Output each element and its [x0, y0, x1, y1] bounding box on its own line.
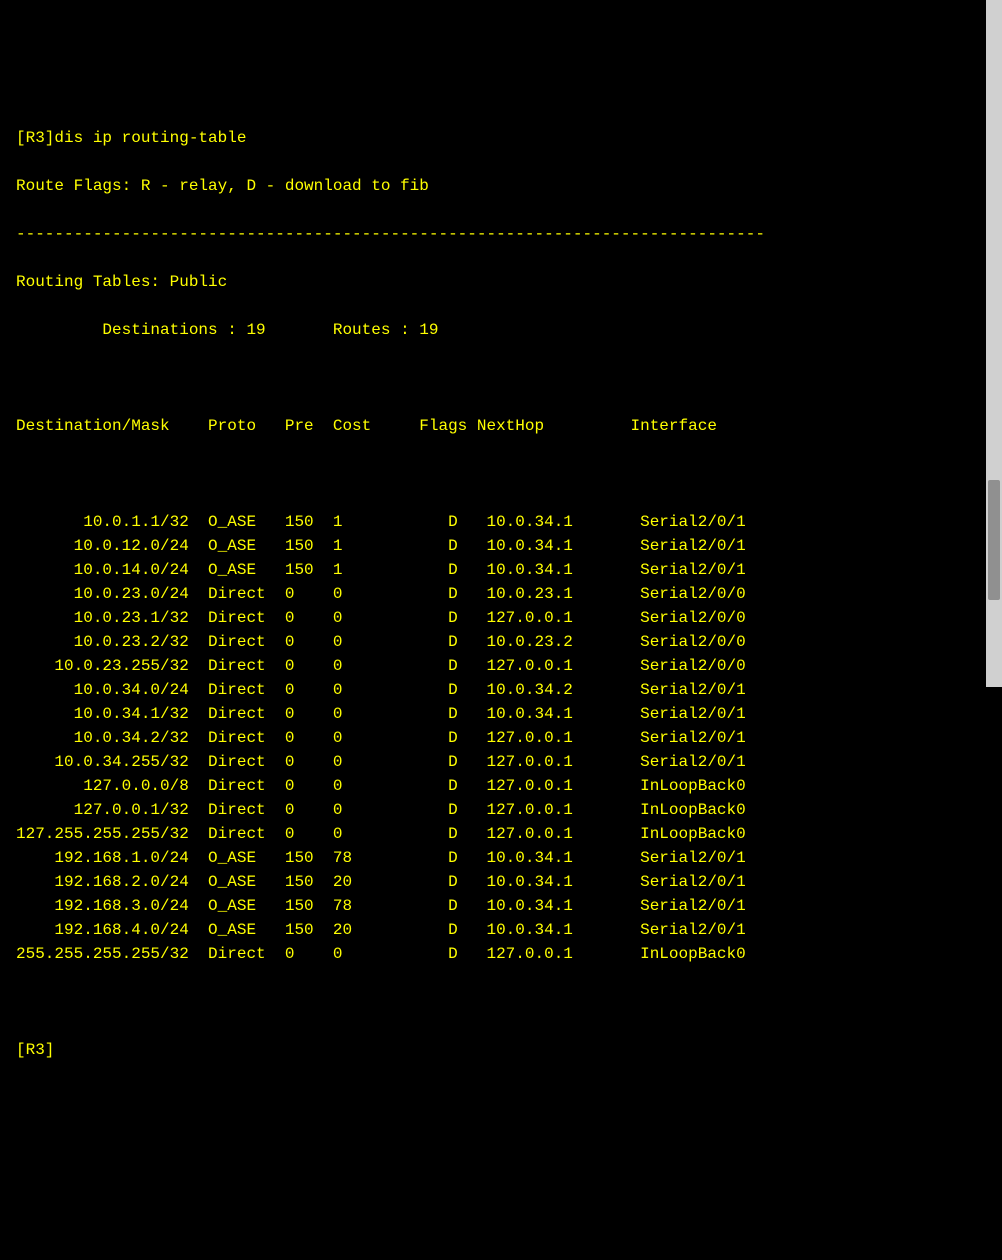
scrollbar-thumb[interactable]	[988, 480, 1000, 600]
table-row: 10.0.34.2/32 Direct 0 0 D 127.0.0.1 Seri…	[16, 726, 996, 750]
table-row: 10.0.14.0/24 O_ASE 150 1 D 10.0.34.1 Ser…	[16, 558, 996, 582]
table-row: 10.0.1.1/32 O_ASE 150 1 D 10.0.34.1 Seri…	[16, 510, 996, 534]
scrollbar-track[interactable]	[986, 0, 1002, 687]
terminal-output[interactable]: [R3]dis ip routing-table Route Flags: R …	[16, 102, 996, 1086]
table-row: 192.168.2.0/24 O_ASE 150 20 D 10.0.34.1 …	[16, 870, 996, 894]
table-row: 10.0.23.255/32 Direct 0 0 D 127.0.0.1 Se…	[16, 654, 996, 678]
routes-list: 10.0.1.1/32 O_ASE 150 1 D 10.0.34.1 Seri…	[16, 510, 996, 966]
table-row: 127.0.0.0/8 Direct 0 0 D 127.0.0.1 InLoo…	[16, 774, 996, 798]
table-row: 10.0.23.1/32 Direct 0 0 D 127.0.0.1 Seri…	[16, 606, 996, 630]
table-row: 192.168.1.0/24 O_ASE 150 78 D 10.0.34.1 …	[16, 846, 996, 870]
table-row: 10.0.23.2/32 Direct 0 0 D 10.0.23.2 Seri…	[16, 630, 996, 654]
table-row: 127.0.0.1/32 Direct 0 0 D 127.0.0.1 InLo…	[16, 798, 996, 822]
blank-line	[16, 366, 996, 390]
table-row: 10.0.34.255/32 Direct 0 0 D 127.0.0.1 Se…	[16, 750, 996, 774]
blank-line	[16, 462, 996, 486]
prompt-line: [R3]	[16, 1038, 996, 1062]
column-headers: Destination/Mask Proto Pre Cost Flags Ne…	[16, 414, 996, 438]
table-row: 255.255.255.255/32 Direct 0 0 D 127.0.0.…	[16, 942, 996, 966]
blank-line	[16, 990, 996, 1014]
table-title: Routing Tables: Public	[16, 270, 996, 294]
table-row: 192.168.4.0/24 O_ASE 150 20 D 10.0.34.1 …	[16, 918, 996, 942]
table-row: 10.0.34.1/32 Direct 0 0 D 10.0.34.1 Seri…	[16, 702, 996, 726]
table-row: 10.0.23.0/24 Direct 0 0 D 10.0.23.1 Seri…	[16, 582, 996, 606]
separator-line: ----------------------------------------…	[16, 222, 996, 246]
table-row: 127.255.255.255/32 Direct 0 0 D 127.0.0.…	[16, 822, 996, 846]
table-row: 10.0.34.0/24 Direct 0 0 D 10.0.34.2 Seri…	[16, 678, 996, 702]
table-row: 192.168.3.0/24 O_ASE 150 78 D 10.0.34.1 …	[16, 894, 996, 918]
route-flags-line: Route Flags: R - relay, D - download to …	[16, 174, 996, 198]
summary-line: Destinations : 19 Routes : 19	[16, 318, 996, 342]
table-row: 10.0.12.0/24 O_ASE 150 1 D 10.0.34.1 Ser…	[16, 534, 996, 558]
command-line: [R3]dis ip routing-table	[16, 126, 996, 150]
